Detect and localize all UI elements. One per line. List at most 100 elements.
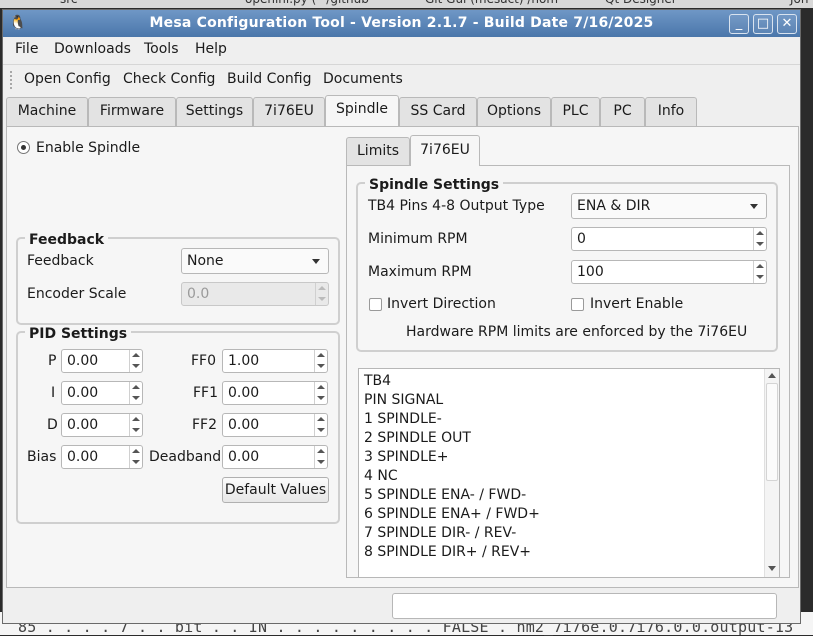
menu-downloads[interactable]: Downloads <box>54 41 131 57</box>
feedback-group-title: Feedback <box>25 232 109 248</box>
ff1-label: FF1 <box>193 385 219 401</box>
spin-up-icon <box>756 264 764 268</box>
d-label: D <box>47 417 58 433</box>
main-window: 🐧 Mesa Configuration Tool - Version 2.1.… <box>2 9 801 624</box>
spin-down-icon <box>317 428 325 432</box>
minimize-button[interactable]: _ <box>729 14 749 34</box>
p-label: P <box>48 353 57 369</box>
enable-spindle-radio[interactable] <box>17 141 30 154</box>
close-button[interactable]: ✕ <box>777 14 797 34</box>
tab-options[interactable]: Options <box>477 97 551 126</box>
max-rpm-spinbox[interactable]: 100 <box>571 260 767 284</box>
tab-pc[interactable]: PC <box>600 97 645 126</box>
spin-down-icon <box>132 396 140 400</box>
title-bar[interactable]: 🐧 Mesa Configuration Tool - Version 2.1.… <box>3 10 800 37</box>
ff0-label: FF0 <box>191 353 217 369</box>
spin-up-icon <box>318 286 326 290</box>
tab-machine[interactable]: Machine <box>6 97 88 126</box>
tab-7i76eu[interactable]: 7i76EU <box>253 97 325 126</box>
status-bar-field <box>392 593 777 619</box>
maximize-button[interactable]: □ <box>753 14 773 34</box>
max-rpm-label: Maximum RPM <box>368 264 472 280</box>
tab-info[interactable]: Info <box>645 97 697 126</box>
ff1-spinbox[interactable]: 0.00 <box>222 381 328 405</box>
spin-down-icon <box>317 460 325 464</box>
min-rpm-value: 0 <box>577 231 586 247</box>
encoder-scale-spinbox[interactable]: 0.0 <box>181 282 329 306</box>
d-value: 0.00 <box>67 417 99 433</box>
spin-down-icon <box>132 364 140 368</box>
pin-line: 2 SPINDLE OUT <box>364 430 471 446</box>
documents-button[interactable]: Documents <box>323 71 403 87</box>
check-config-button[interactable]: Check Config <box>123 71 215 87</box>
spin-down-icon <box>317 396 325 400</box>
spin-up-icon <box>132 449 140 453</box>
menu-bar: File Downloads Tools Help <box>3 37 800 63</box>
pins-text-box[interactable]: TB4 PIN SIGNAL 1 SPINDLE- 2 SPINDLE OUT … <box>358 368 780 578</box>
spin-up-icon <box>317 385 325 389</box>
open-config-button[interactable]: Open Config <box>24 71 111 87</box>
toolbar-grip-handle[interactable] <box>10 71 14 89</box>
tab-ss-card[interactable]: SS Card <box>399 97 477 126</box>
bg-tab-src: src <box>60 0 78 8</box>
spin-up-icon <box>132 417 140 421</box>
deadband-label: Deadband <box>149 449 222 465</box>
invert-direction-label: Invert Direction <box>387 296 496 312</box>
tab-plc[interactable]: PLC <box>551 97 600 126</box>
subtab-limits[interactable]: Limits <box>346 137 410 165</box>
spin-up-icon <box>132 353 140 357</box>
d-spinbox[interactable]: 0.00 <box>61 413 143 437</box>
ff0-value: 1.00 <box>228 353 260 369</box>
scroll-down-icon[interactable] <box>768 566 776 571</box>
output-type-value: ENA & DIR <box>577 198 651 214</box>
subtab-7i76eu[interactable]: 7i76EU <box>410 135 480 166</box>
bias-label: Bias <box>27 449 57 465</box>
deadband-spinbox[interactable]: 0.00 <box>222 445 328 469</box>
ff2-value: 0.00 <box>228 417 260 433</box>
bias-spinbox[interactable]: 0.00 <box>61 445 143 469</box>
spindle-settings-title: Spindle Settings <box>365 177 504 193</box>
spin-down-icon <box>132 428 140 432</box>
p-spinbox[interactable]: 0.00 <box>61 349 143 373</box>
pin-line: PIN SIGNAL <box>364 392 444 408</box>
menu-file[interactable]: File <box>15 41 38 57</box>
feedback-select-value: None <box>187 253 224 269</box>
scroll-thumb[interactable] <box>766 383 778 481</box>
scroll-up-icon[interactable] <box>768 373 776 378</box>
bg-tab-jon: Jon <box>790 0 809 8</box>
menu-help[interactable]: Help <box>195 41 227 57</box>
spin-up-icon <box>317 449 325 453</box>
chevron-down-icon <box>750 204 758 209</box>
spin-down-icon <box>756 275 764 279</box>
i-value: 0.00 <box>67 385 99 401</box>
invert-enable-checkbox[interactable] <box>571 298 584 311</box>
bg-tab-gitgui: Git Gui (mesact) /hom <box>425 0 558 8</box>
i-spinbox[interactable]: 0.00 <box>61 381 143 405</box>
spin-up-icon <box>317 417 325 421</box>
default-values-button[interactable]: Default Values <box>222 477 329 503</box>
window-title: Mesa Configuration Tool - Version 2.1.7 … <box>149 15 654 31</box>
pin-line: 6 SPINDLE ENA+ / FWD+ <box>364 506 540 522</box>
bias-value: 0.00 <box>67 449 99 465</box>
build-config-button[interactable]: Build Config <box>227 71 312 87</box>
encoder-scale-value: 0.0 <box>187 286 210 302</box>
pid-settings-title: PID Settings <box>25 326 132 342</box>
tab-spindle[interactable]: Spindle <box>325 95 399 126</box>
min-rpm-spinbox[interactable]: 0 <box>571 227 767 251</box>
feedback-select[interactable]: None <box>181 248 329 274</box>
deadband-value: 0.00 <box>228 449 260 465</box>
pin-line: TB4 <box>364 373 392 389</box>
min-rpm-label: Minimum RPM <box>368 231 468 247</box>
pin-line: 5 SPINDLE ENA- / FWD- <box>364 487 527 503</box>
tab-firmware[interactable]: Firmware <box>88 97 176 126</box>
encoder-scale-label: Encoder Scale <box>27 286 127 302</box>
output-type-select[interactable]: ENA & DIR <box>571 193 767 219</box>
pins-scrollbar[interactable] <box>764 369 779 577</box>
invert-direction-checkbox[interactable] <box>369 298 382 311</box>
ff0-spinbox[interactable]: 1.00 <box>222 349 328 373</box>
pin-line: 4 NC <box>364 468 398 484</box>
tab-settings[interactable]: Settings <box>176 97 253 126</box>
ff2-spinbox[interactable]: 0.00 <box>222 413 328 437</box>
spin-down-icon <box>317 364 325 368</box>
menu-tools[interactable]: Tools <box>144 41 179 57</box>
